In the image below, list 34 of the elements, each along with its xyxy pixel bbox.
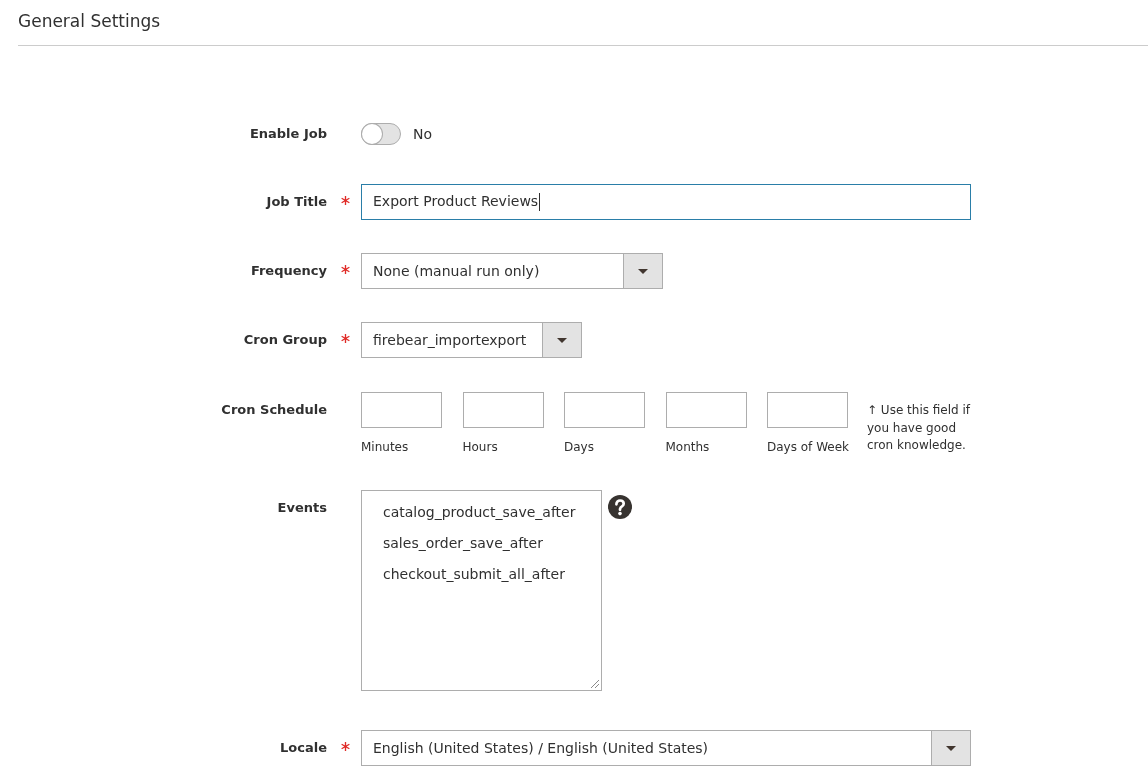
cron-input-field[interactable] bbox=[767, 392, 848, 428]
field-label: Job Title bbox=[266, 193, 327, 211]
field-label: Locale bbox=[280, 739, 327, 757]
cron-input-field[interactable] bbox=[462, 392, 544, 428]
field-label: Cron Schedule bbox=[221, 401, 327, 419]
event-option[interactable]: checkout_submit_all_after bbox=[362, 559, 601, 590]
section-title: General Settings bbox=[18, 10, 161, 33]
cron-field-caption: Days bbox=[564, 439, 594, 455]
event-option[interactable]: catalog_product_save_after bbox=[362, 497, 601, 528]
dropdown-select[interactable]: English (United States) / English (United States) bbox=[361, 730, 971, 766]
field-label: Events bbox=[277, 499, 327, 517]
event-option[interactable]: sales_order_save_after bbox=[362, 528, 601, 559]
field-label: Enable Job bbox=[249, 125, 327, 143]
cron-help-note: ↑ Use this field if you have good cron knowledge. bbox=[867, 402, 972, 454]
cron-field-caption: Hours bbox=[462, 439, 498, 455]
field-label: Cron Group bbox=[243, 331, 327, 349]
field-label: Frequency bbox=[250, 262, 327, 280]
caret-down-icon bbox=[638, 268, 648, 274]
cron-input-field[interactable] bbox=[361, 392, 442, 428]
cron-field-caption: Minutes bbox=[361, 439, 409, 455]
caret-down-icon bbox=[946, 745, 956, 751]
caret-down-icon bbox=[557, 337, 567, 343]
dropdown-select[interactable]: firebear_importexport bbox=[361, 322, 582, 358]
cron-field-caption: Days of Week bbox=[767, 439, 850, 455]
events-multiselect[interactable]: catalog_product_save_after sales_order_save_after checkout_submit_all_after bbox=[361, 490, 602, 691]
help-icon[interactable] bbox=[608, 495, 632, 519]
job-title-input-field[interactable]: Export Product Reviews bbox=[361, 184, 971, 220]
toggle-switch[interactable] bbox=[361, 123, 401, 145]
resize-grip-icon[interactable] bbox=[591, 680, 599, 688]
cron-input-field[interactable] bbox=[665, 392, 747, 428]
dropdown-select[interactable]: None (manual run only) bbox=[361, 253, 663, 289]
cron-field-caption: Months bbox=[665, 439, 710, 455]
toggle-state-label: No bbox=[413, 126, 433, 142]
cron-input-field[interactable] bbox=[564, 392, 645, 428]
